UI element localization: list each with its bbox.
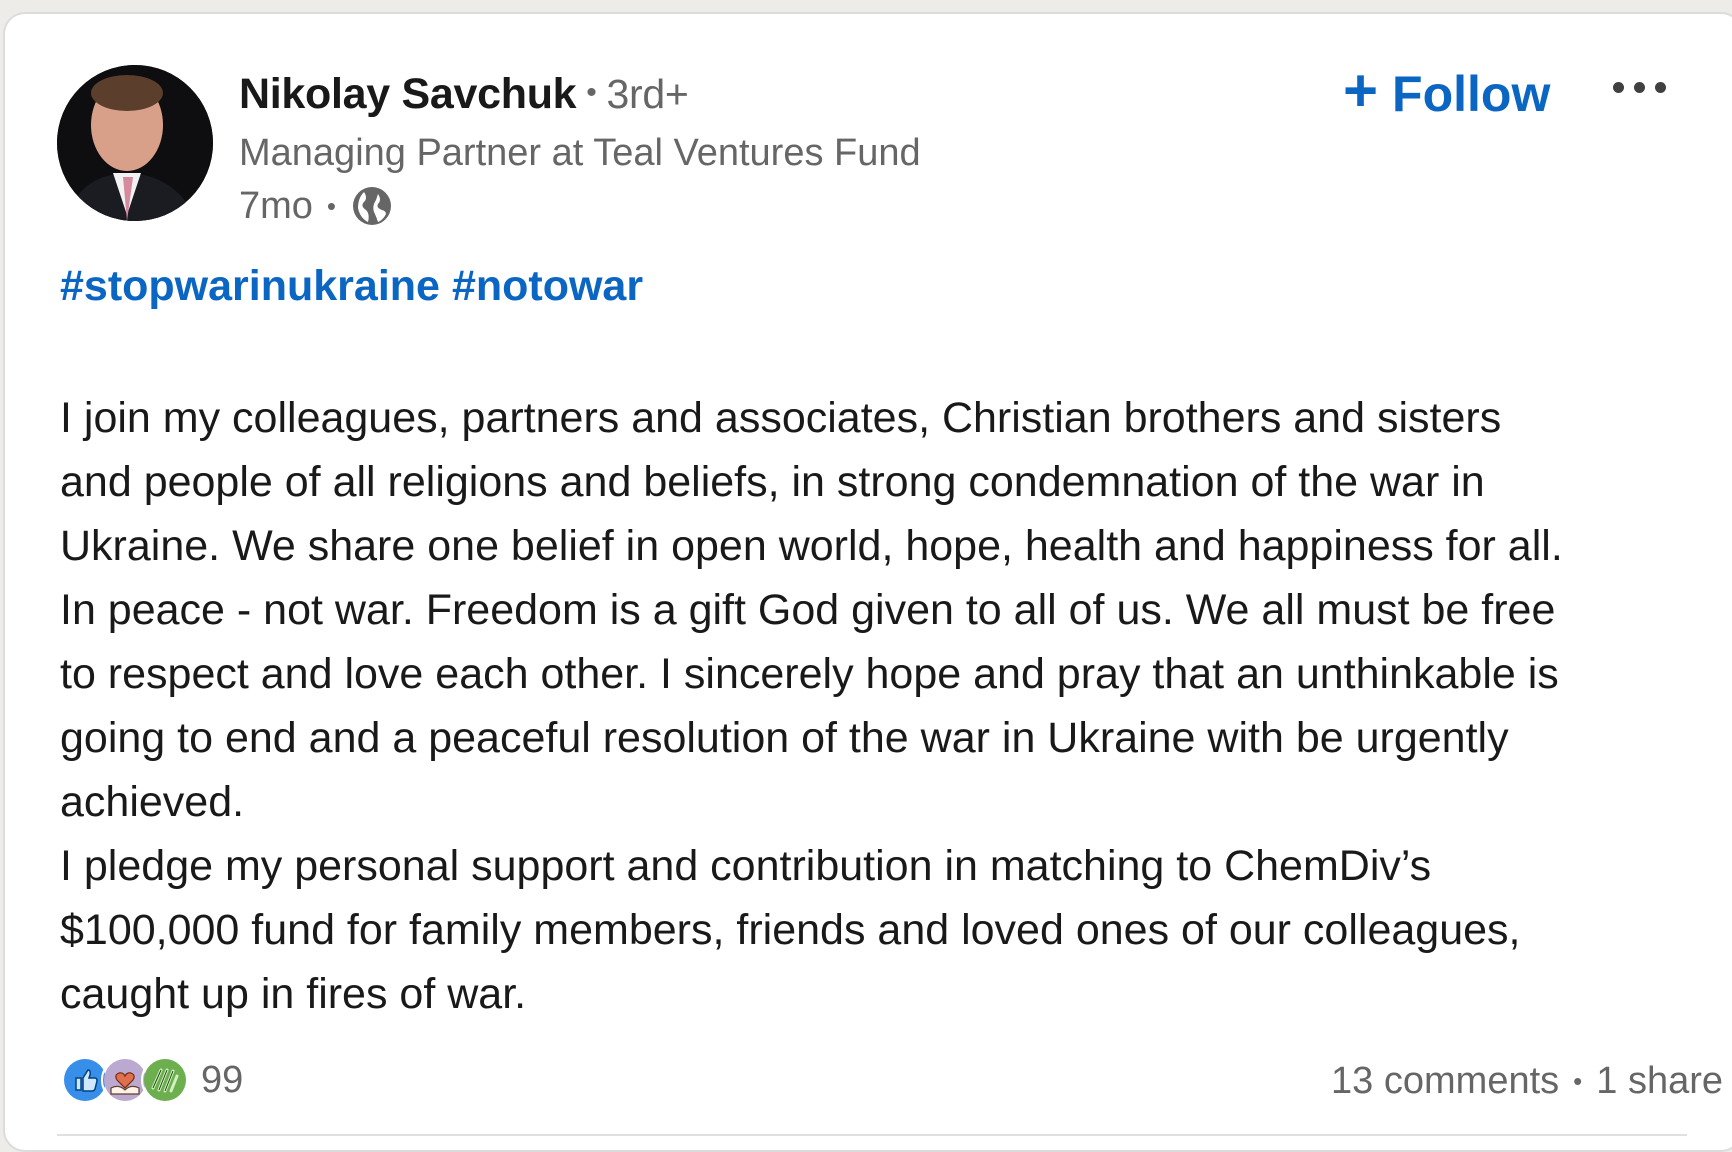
author-avatar[interactable] — [57, 65, 213, 221]
globe-icon — [350, 184, 394, 228]
separator-dot: • — [586, 75, 597, 109]
post-line: achieved. — [60, 778, 245, 826]
more-options-icon[interactable] — [1613, 82, 1666, 93]
post-line: to respect and love each other. I sincer… — [60, 650, 1559, 698]
social-counts: 13 comments • 1 share — [1331, 1060, 1723, 1103]
post-body: I join my colleagues, partners and assoc… — [60, 386, 1700, 1026]
post-line: I join my colleagues, partners and assoc… — [60, 394, 1502, 442]
follow-button[interactable]: + Follow — [1343, 57, 1551, 124]
divider — [57, 1134, 1687, 1136]
plus-icon: + — [1343, 57, 1379, 124]
post-line: going to end and a peaceful resolution o… — [60, 714, 1509, 762]
author-name-line[interactable]: Nikolay Savchuk • 3rd+ — [239, 70, 689, 119]
post-line: Ukraine. We share one belief in open wor… — [60, 522, 1563, 570]
hashtag-link[interactable]: #notowar — [452, 262, 643, 310]
shares-count[interactable]: 1 share — [1596, 1060, 1723, 1103]
reactions-summary[interactable]: 99 — [61, 1056, 243, 1104]
author-headline: Managing Partner at Teal Ventures Fund — [239, 132, 921, 174]
avatar-image — [57, 65, 213, 221]
reaction-count: 99 — [201, 1058, 244, 1101]
post-line: I pledge my personal support and contrib… — [60, 842, 1432, 890]
hashtags: #stopwarinukraine #notowar — [60, 262, 655, 311]
post-line: In peace - not war. Freedom is a gift Go… — [60, 586, 1556, 634]
post-card: Nikolay Savchuk • 3rd+ Managing Partner at… — [3, 12, 1732, 1152]
comments-count[interactable]: 13 comments — [1331, 1060, 1559, 1103]
separator-dot: • — [1573, 1066, 1583, 1096]
post-line: $100,000 fund for family members, friend… — [60, 906, 1521, 954]
hashtag-link[interactable]: #stopwarinukraine — [60, 262, 440, 310]
connection-degree: 3rd+ — [606, 71, 689, 117]
support-icon — [141, 1056, 189, 1104]
follow-label: Follow — [1392, 66, 1551, 122]
post-line: and people of all religions and beliefs,… — [60, 458, 1485, 506]
author-name[interactable]: Nikolay Savchuk — [239, 70, 577, 118]
post-timestamp-row: 7mo • — [239, 184, 394, 228]
separator-dot: • — [326, 190, 337, 221]
post-line: caught up in fires of war. — [60, 970, 527, 1018]
post-time: 7mo — [239, 184, 313, 227]
